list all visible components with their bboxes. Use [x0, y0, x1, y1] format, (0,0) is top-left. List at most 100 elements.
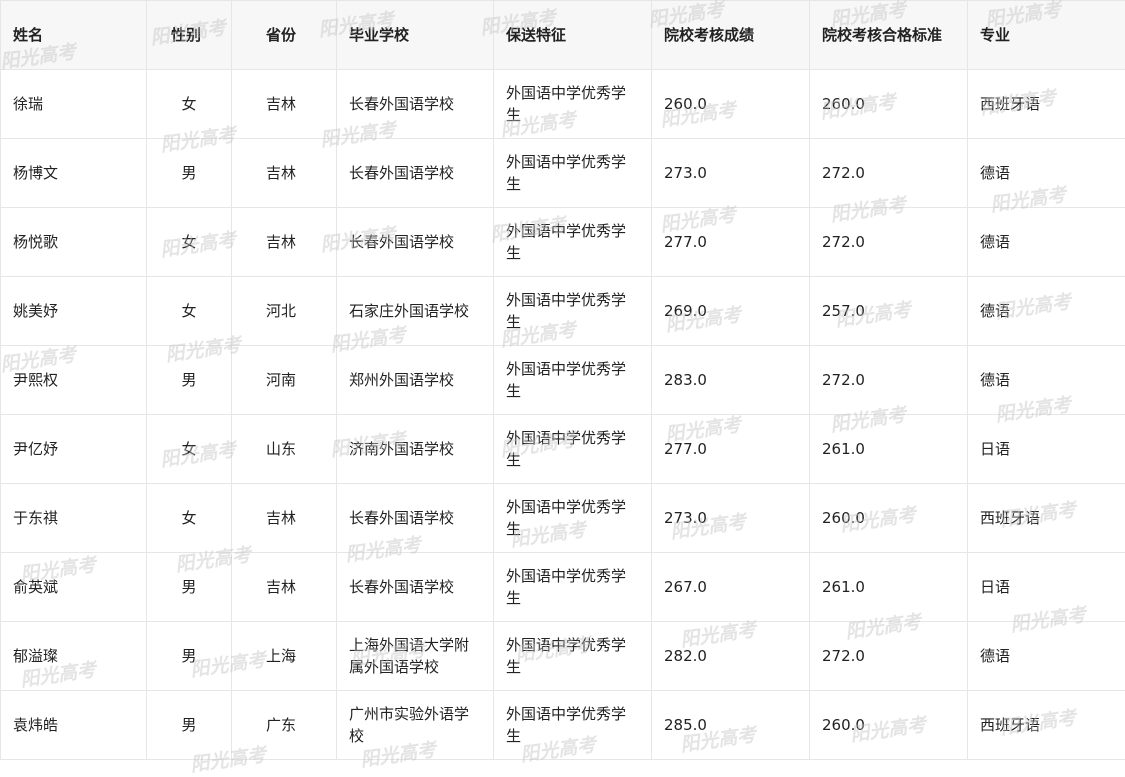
province-cell: 山东: [232, 415, 337, 484]
table-row: 徐瑞女吉林长春外国语学校外国语中学优秀学生260.0260.0西班牙语: [1, 70, 1125, 139]
standard-cell: 257.0: [810, 277, 968, 346]
major-cell: 日语: [968, 415, 1125, 484]
province-cell: 吉林: [232, 139, 337, 208]
score-cell: 277.0: [652, 208, 810, 277]
table-row: 姚美妤女河北石家庄外国语学校外国语中学优秀学生269.0257.0德语: [1, 277, 1125, 346]
standard-cell: 272.0: [810, 208, 968, 277]
major-cell: 德语: [968, 622, 1125, 691]
school-cell: 郑州外国语学校: [337, 346, 494, 415]
province-cell: 吉林: [232, 208, 337, 277]
major-cell: 德语: [968, 139, 1125, 208]
col-header-score: 院校考核成绩: [652, 1, 810, 70]
standard-cell: 272.0: [810, 139, 968, 208]
col-header-gender: 性别: [147, 1, 232, 70]
major-cell: 西班牙语: [968, 70, 1125, 139]
col-header-standard: 院校考核合格标准: [810, 1, 968, 70]
name-cell: 俞英斌: [1, 553, 147, 622]
school-cell: 广州市实验外语学校: [337, 691, 494, 760]
name-cell: 于东祺: [1, 484, 147, 553]
table-row: 杨博文男吉林长春外国语学校外国语中学优秀学生273.0272.0德语: [1, 139, 1125, 208]
standard-cell: 261.0: [810, 415, 968, 484]
name-cell: 杨博文: [1, 139, 147, 208]
score-cell: 273.0: [652, 484, 810, 553]
feature-cell: 外国语中学优秀学生: [494, 70, 652, 139]
gender-cell: 男: [147, 553, 232, 622]
score-cell: 282.0: [652, 622, 810, 691]
gender-cell: 女: [147, 208, 232, 277]
province-cell: 河北: [232, 277, 337, 346]
admission-table: 姓名 性别 省份 毕业学校 保送特征 院校考核成绩 院校考核合格标准 专业 徐瑞…: [0, 0, 1125, 760]
name-cell: 郁溢璨: [1, 622, 147, 691]
name-cell: 杨悦歌: [1, 208, 147, 277]
feature-cell: 外国语中学优秀学生: [494, 691, 652, 760]
standard-cell: 260.0: [810, 691, 968, 760]
school-cell: 长春外国语学校: [337, 139, 494, 208]
feature-cell: 外国语中学优秀学生: [494, 622, 652, 691]
school-cell: 长春外国语学校: [337, 484, 494, 553]
feature-cell: 外国语中学优秀学生: [494, 553, 652, 622]
table-row: 尹熙权男河南郑州外国语学校外国语中学优秀学生283.0272.0德语: [1, 346, 1125, 415]
standard-cell: 260.0: [810, 70, 968, 139]
gender-cell: 女: [147, 70, 232, 139]
standard-cell: 272.0: [810, 622, 968, 691]
gender-cell: 女: [147, 277, 232, 346]
school-cell: 石家庄外国语学校: [337, 277, 494, 346]
feature-cell: 外国语中学优秀学生: [494, 277, 652, 346]
gender-cell: 女: [147, 484, 232, 553]
major-cell: 西班牙语: [968, 484, 1125, 553]
table-row: 杨悦歌女吉林长春外国语学校外国语中学优秀学生277.0272.0德语: [1, 208, 1125, 277]
standard-cell: 272.0: [810, 346, 968, 415]
feature-cell: 外国语中学优秀学生: [494, 415, 652, 484]
table-row: 于东祺女吉林长春外国语学校外国语中学优秀学生273.0260.0西班牙语: [1, 484, 1125, 553]
feature-cell: 外国语中学优秀学生: [494, 484, 652, 553]
table-row: 袁炜皓男广东广州市实验外语学校外国语中学优秀学生285.0260.0西班牙语: [1, 691, 1125, 760]
score-cell: 285.0: [652, 691, 810, 760]
gender-cell: 男: [147, 139, 232, 208]
standard-cell: 260.0: [810, 484, 968, 553]
col-header-name: 姓名: [1, 1, 147, 70]
major-cell: 日语: [968, 553, 1125, 622]
table-row: 尹亿妤女山东济南外国语学校外国语中学优秀学生277.0261.0日语: [1, 415, 1125, 484]
col-header-school: 毕业学校: [337, 1, 494, 70]
score-cell: 267.0: [652, 553, 810, 622]
gender-cell: 男: [147, 346, 232, 415]
province-cell: 上海: [232, 622, 337, 691]
name-cell: 袁炜皓: [1, 691, 147, 760]
feature-cell: 外国语中学优秀学生: [494, 346, 652, 415]
gender-cell: 男: [147, 691, 232, 760]
header-row: 姓名 性别 省份 毕业学校 保送特征 院校考核成绩 院校考核合格标准 专业: [1, 1, 1125, 70]
name-cell: 姚美妤: [1, 277, 147, 346]
school-cell: 上海外国语大学附属外国语学校: [337, 622, 494, 691]
gender-cell: 男: [147, 622, 232, 691]
major-cell: 德语: [968, 208, 1125, 277]
table-row: 俞英斌男吉林长春外国语学校外国语中学优秀学生267.0261.0日语: [1, 553, 1125, 622]
col-header-province: 省份: [232, 1, 337, 70]
col-header-feature: 保送特征: [494, 1, 652, 70]
name-cell: 尹亿妤: [1, 415, 147, 484]
province-cell: 吉林: [232, 484, 337, 553]
score-cell: 277.0: [652, 415, 810, 484]
province-cell: 河南: [232, 346, 337, 415]
gender-cell: 女: [147, 415, 232, 484]
score-cell: 269.0: [652, 277, 810, 346]
major-cell: 德语: [968, 277, 1125, 346]
school-cell: 长春外国语学校: [337, 208, 494, 277]
standard-cell: 261.0: [810, 553, 968, 622]
name-cell: 尹熙权: [1, 346, 147, 415]
school-cell: 长春外国语学校: [337, 553, 494, 622]
major-cell: 德语: [968, 346, 1125, 415]
province-cell: 吉林: [232, 70, 337, 139]
name-cell: 徐瑞: [1, 70, 147, 139]
score-cell: 260.0: [652, 70, 810, 139]
col-header-major: 专业: [968, 1, 1125, 70]
feature-cell: 外国语中学优秀学生: [494, 208, 652, 277]
feature-cell: 外国语中学优秀学生: [494, 139, 652, 208]
province-cell: 吉林: [232, 553, 337, 622]
major-cell: 西班牙语: [968, 691, 1125, 760]
score-cell: 273.0: [652, 139, 810, 208]
school-cell: 长春外国语学校: [337, 70, 494, 139]
school-cell: 济南外国语学校: [337, 415, 494, 484]
score-cell: 283.0: [652, 346, 810, 415]
province-cell: 广东: [232, 691, 337, 760]
table-row: 郁溢璨男上海上海外国语大学附属外国语学校外国语中学优秀学生282.0272.0德…: [1, 622, 1125, 691]
